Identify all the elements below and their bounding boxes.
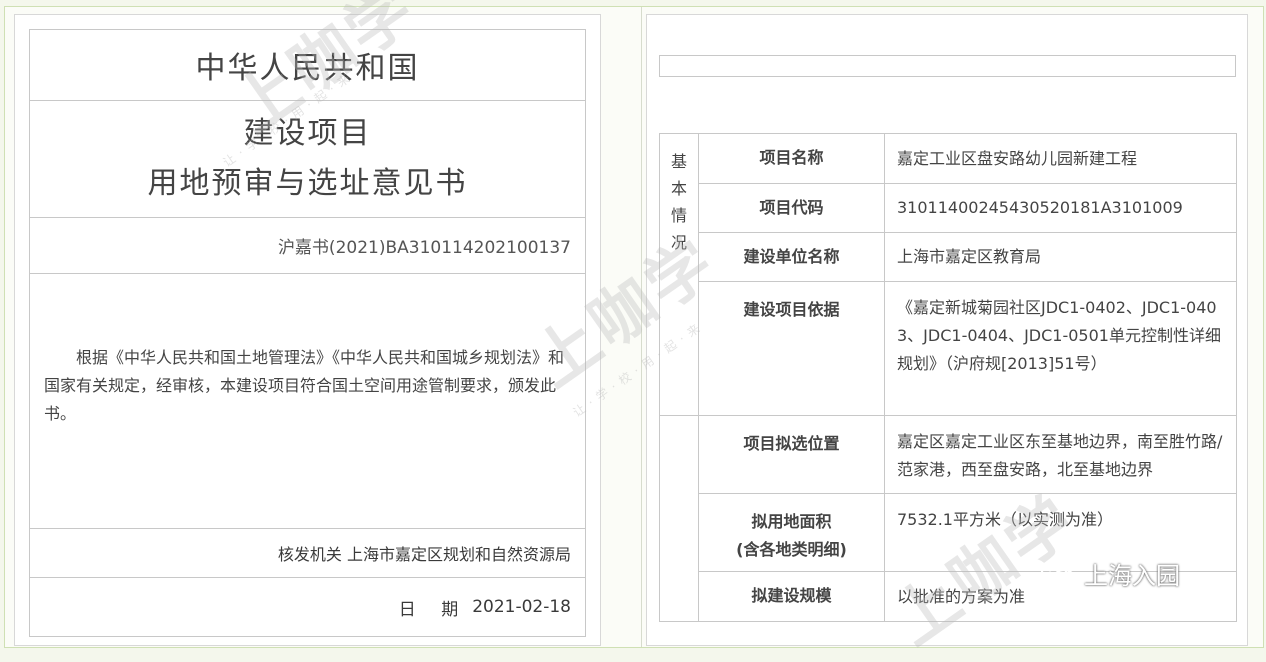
section-label-spacer <box>659 415 699 494</box>
field-label-construction-unit: 建设单位名称 <box>698 232 885 282</box>
wechat-source-tag: 上海入园 <box>1040 556 1180 591</box>
issuing-authority: 核发机关 上海市嘉定区规划和自然资源局 <box>29 528 586 578</box>
field-label-project-code: 项目代码 <box>698 183 885 233</box>
table-row: 建设项目依据 《嘉定新城菊园社区JDC1-0402、JDC1-0403、JDC1… <box>660 281 1237 416</box>
document-title-line1: 建设项目 <box>243 116 372 151</box>
certificate-cover-page: 中华人民共和国 建设项目 用地预审与选址意见书 沪嘉书(2021)BA31011… <box>14 14 601 646</box>
document-title: 建设项目 用地预审与选址意见书 <box>29 100 586 218</box>
field-label-proposed-location: 项目拟选位置 <box>698 415 885 494</box>
field-label-land-area: 拟用地面积 (含各地类明细) <box>698 493 885 572</box>
project-info-page: 基 本 情 况 项目名称 嘉定工业区盘安路幼儿园新建工程 项目代码 310114… <box>646 14 1248 646</box>
section-label-basic-info: 基 本 情 况 <box>659 133 699 416</box>
page-fold <box>641 7 642 647</box>
document-title-line2: 用地预审与选址意见书 <box>147 166 468 201</box>
wechat-account-name: 上海入园 <box>1084 562 1180 590</box>
basic-info-table: 基 本 情 况 项目名称 嘉定工业区盘安路幼儿园新建工程 项目代码 310114… <box>659 133 1237 622</box>
issuer-label: 核发机关 <box>277 545 342 564</box>
field-value-construction-unit: 上海市嘉定区教育局 <box>884 232 1237 282</box>
section-label-spacer <box>659 493 699 572</box>
section-label-spacer <box>659 571 699 622</box>
header-bar <box>659 55 1236 77</box>
date-label: 日 期 <box>398 599 469 620</box>
field-label-construction-scale: 拟建设规模 <box>698 571 885 622</box>
date-value: 2021-02-18 <box>472 597 571 617</box>
country-name: 中华人民共和国 <box>29 29 586 101</box>
field-value-project-name: 嘉定工业区盘安路幼儿园新建工程 <box>884 133 1237 184</box>
field-value-project-code: 310114002454305201​81A3101009 <box>884 183 1237 233</box>
table-row: 项目拟选位置 嘉定区嘉定工业区东至基地边界，南至胜竹路/范家港，西至盘安路，北至… <box>659 415 1237 494</box>
field-label-project-name: 项目名称 <box>698 133 885 184</box>
field-label-project-basis: 建设项目依据 <box>698 281 885 416</box>
table-row: 项目代码 310114002454305201​81A3101009 <box>660 183 1237 233</box>
document-number: 沪嘉书(2021)BA310114202100137 <box>29 217 586 274</box>
certificate-body: 根据《中华人民共和国土地管理法》《中华人民共和国城乡规划法》和国家有关规定，经审… <box>29 273 586 529</box>
certificate-body-text: 根据《中华人民共和国土地管理法》《中华人民共和国城乡规划法》和国家有关规定，经审… <box>44 348 565 423</box>
wechat-icon <box>1040 559 1076 588</box>
issuer-name: 上海市嘉定区规划和自然资源局 <box>346 545 571 564</box>
table-row: 基 本 情 况 项目名称 嘉定工业区盘安路幼儿园新建工程 <box>659 133 1237 416</box>
field-value-project-basis: 《嘉定新城菊园社区JDC1-0402、JDC1-0403、JDC1-0404、J… <box>884 281 1237 416</box>
table-row: 建设单位名称 上海市嘉定区教育局 <box>660 232 1237 282</box>
issue-date: 日 期 2021-02-18 <box>29 577 586 637</box>
field-value-proposed-location: 嘉定区嘉定工业区东至基地边界，南至胜竹路/范家港，西至盘安路，北至基地边界 <box>884 415 1237 494</box>
